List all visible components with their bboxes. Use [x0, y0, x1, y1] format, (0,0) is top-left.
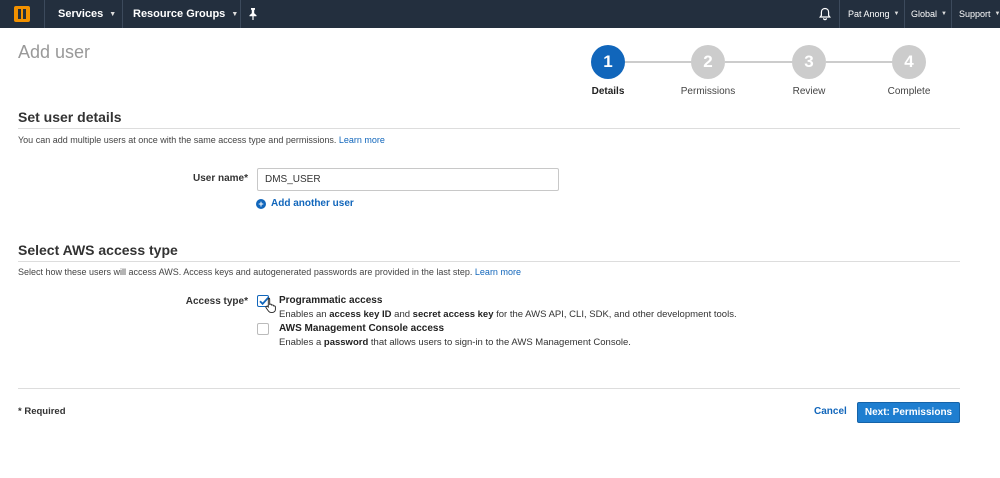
programmatic-access-description: Enables an access key ID and secret acce… — [279, 309, 737, 320]
access-type-description: Select how these users will access AWS. … — [18, 267, 521, 277]
desc-text: and — [391, 309, 413, 320]
step-2-label: Permissions — [680, 86, 736, 97]
step-connector — [625, 61, 692, 63]
support-menu-label: Support — [959, 9, 991, 19]
step-3-label: Review — [792, 86, 826, 97]
learn-more-link[interactable]: Learn more — [339, 135, 385, 145]
learn-more-link[interactable]: Learn more — [475, 267, 521, 277]
access-type-heading: Select AWS access type — [18, 242, 178, 258]
footer-divider — [18, 388, 960, 389]
desc-emphasis: password — [323, 337, 369, 348]
step-2-circle: 2 — [691, 45, 725, 79]
chevron-down-icon: ▼ — [231, 10, 239, 18]
account-menu-label: Pat Anong — [848, 9, 890, 19]
chevron-down-icon: ▼ — [893, 11, 900, 17]
programmatic-access-label[interactable]: Programmatic access — [279, 295, 382, 306]
nav-divider — [951, 0, 952, 28]
nav-divider — [839, 0, 840, 28]
console-access-label[interactable]: AWS Management Console access — [279, 323, 444, 334]
next-permissions-button[interactable]: Next: Permissions — [857, 402, 960, 423]
step-3-circle: 3 — [792, 45, 826, 79]
account-menu[interactable]: Pat Anong ▼ — [848, 0, 900, 28]
desc-text: Enables an — [279, 309, 330, 320]
nav-divider — [240, 0, 241, 28]
desc-text: for the AWS API, CLI, SDK, and other dev… — [493, 309, 737, 320]
required-note: * Required — [18, 406, 66, 417]
access-type-label: Access type* — [185, 296, 248, 307]
hand-cursor-icon — [265, 297, 276, 313]
nav-divider — [122, 0, 123, 28]
add-another-user-link[interactable]: + Add another user — [256, 198, 354, 209]
cancel-button[interactable]: Cancel — [814, 406, 847, 417]
nav-divider — [44, 0, 45, 28]
section-divider — [18, 261, 960, 262]
resource-groups-menu[interactable]: Resource Groups ▼ — [133, 0, 238, 28]
chevron-down-icon: ▼ — [941, 11, 947, 17]
access-type-description-text: Select how these users will access AWS. … — [18, 267, 473, 277]
desc-emphasis: access key ID — [329, 309, 392, 320]
services-menu-label: Services — [58, 8, 104, 20]
region-menu-label: Global — [911, 9, 938, 19]
console-access-description: Enables a password that allows users to … — [279, 337, 631, 348]
bell-icon[interactable] — [818, 7, 832, 21]
chevron-down-icon: ▼ — [109, 10, 117, 18]
plus-circle-icon: + — [256, 198, 266, 209]
user-details-heading: Set user details — [18, 109, 122, 125]
region-menu[interactable]: Global ▼ — [911, 0, 947, 28]
chevron-down-icon: ▼ — [994, 11, 1000, 17]
top-nav: Services ▼ Resource Groups ▼ Pat Anong ▼… — [0, 0, 1000, 28]
user-name-label: User name* — [192, 173, 248, 184]
services-menu[interactable]: Services ▼ — [58, 0, 116, 28]
user-details-description-text: You can add multiple users at once with … — [18, 135, 337, 145]
step-1-circle: 1 — [591, 45, 625, 79]
desc-emphasis: secret access key — [412, 309, 494, 320]
desc-text: that allows users to sign-in to the AWS … — [368, 337, 631, 348]
aws-logo-icon[interactable] — [0, 0, 44, 28]
support-menu[interactable]: Support ▼ — [959, 0, 1000, 28]
page-title: Add user — [18, 42, 91, 62]
section-divider — [18, 128, 960, 129]
step-4-circle: 4 — [892, 45, 926, 79]
pin-icon[interactable] — [247, 7, 259, 21]
user-name-input[interactable] — [257, 168, 559, 191]
step-1-label: Details — [591, 86, 625, 97]
desc-text: Enables a — [279, 337, 324, 348]
step-connector — [826, 61, 893, 63]
step-connector — [725, 61, 793, 63]
console-access-checkbox[interactable] — [257, 323, 269, 335]
nav-divider — [904, 0, 905, 28]
resource-groups-menu-label: Resource Groups — [133, 8, 226, 20]
user-details-description: You can add multiple users at once with … — [18, 135, 385, 145]
step-4-label: Complete — [887, 86, 931, 97]
add-another-user-label: Add another user — [271, 198, 354, 209]
